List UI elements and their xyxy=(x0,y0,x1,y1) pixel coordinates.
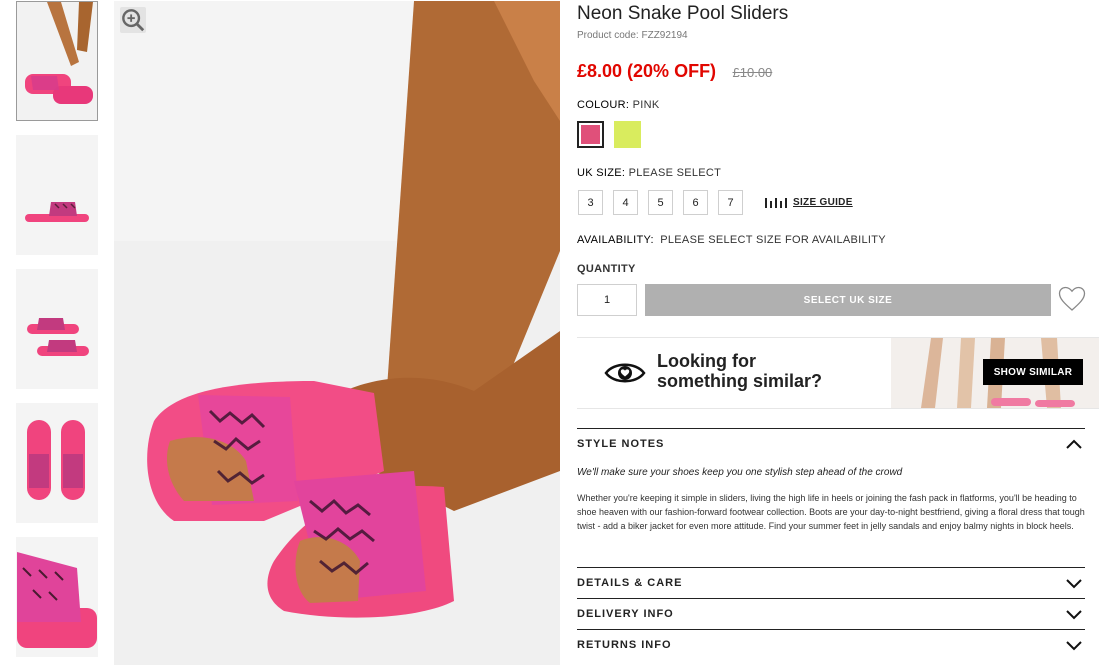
sale-price: £8.00 (20% OFF) xyxy=(577,61,717,81)
availability-label: AVAILABILITY: xyxy=(577,234,654,246)
thumbnail-2-image xyxy=(17,136,97,254)
similar-banner[interactable]: Looking for something similar? SHOW SIMI… xyxy=(577,337,1099,409)
chevron-up-icon xyxy=(1066,439,1082,449)
colour-label-text: COLOUR: xyxy=(577,99,630,111)
size-label: UK SIZE: PLEASE SELECT xyxy=(577,167,721,179)
size-label-text: UK SIZE: xyxy=(577,167,626,179)
product-photo xyxy=(114,1,560,665)
thumbnail-1[interactable] xyxy=(16,1,98,121)
returns-info-title: RETURNS INFO xyxy=(577,639,672,651)
original-price: £10.00 xyxy=(732,65,773,80)
colour-selected: PINK xyxy=(632,99,660,111)
thumbnail-5[interactable] xyxy=(16,537,98,657)
details-care-title: DETAILS & CARE xyxy=(577,577,683,589)
size-options: 3 4 5 6 7 SIZE GUIDE xyxy=(578,190,853,215)
colour-swatches xyxy=(577,121,641,148)
thumbnail-4[interactable] xyxy=(16,403,98,523)
thumbnail-1-image xyxy=(17,2,97,120)
thumbnail-gallery xyxy=(16,1,98,671)
price-row: £8.00 (20% OFF) £10.00 xyxy=(577,61,772,82)
similar-line-2: something similar? xyxy=(657,371,823,391)
main-product-image[interactable] xyxy=(114,1,560,665)
size-option-5[interactable]: 5 xyxy=(648,190,673,215)
size-option-6[interactable]: 6 xyxy=(683,190,708,215)
size-guide-link[interactable]: SIZE GUIDE xyxy=(765,197,853,208)
thumbnail-3-image xyxy=(17,270,97,388)
delivery-info-header[interactable]: DELIVERY INFO xyxy=(577,598,1085,629)
thumbnail-3[interactable] xyxy=(16,269,98,389)
ruler-icon xyxy=(765,198,787,208)
availability-value: PLEASE SELECT SIZE FOR AVAILABILITY xyxy=(660,234,886,246)
swatch-lime[interactable] xyxy=(614,121,641,148)
product-title: Neon Snake Pool Sliders xyxy=(577,3,789,24)
similar-line-1: Looking for xyxy=(657,351,756,371)
size-option-4[interactable]: 4 xyxy=(613,190,638,215)
eye-icon xyxy=(604,363,646,383)
chevron-down-icon xyxy=(1066,579,1082,589)
quantity-input[interactable]: 1 xyxy=(577,284,637,316)
quantity-label: QUANTITY xyxy=(577,263,636,275)
zoom-button[interactable] xyxy=(120,7,146,33)
size-prompt: PLEASE SELECT xyxy=(628,167,722,179)
swatch-lime-fill xyxy=(614,121,641,148)
chevron-down-icon xyxy=(1066,610,1082,620)
style-notes-body: Whether you're keeping it simple in slid… xyxy=(577,493,1085,531)
swatch-pink-fill xyxy=(581,125,600,144)
thumbnail-2[interactable] xyxy=(16,135,98,255)
swatch-pink[interactable] xyxy=(577,121,604,148)
select-size-button[interactable]: SELECT UK SIZE xyxy=(645,284,1051,316)
wishlist-heart-icon[interactable] xyxy=(1058,286,1086,312)
size-option-7[interactable]: 7 xyxy=(718,190,743,215)
size-guide-label: SIZE GUIDE xyxy=(793,197,853,208)
show-similar-button[interactable]: SHOW SIMILAR xyxy=(983,359,1083,385)
similar-heading: Looking for something similar? xyxy=(657,351,822,391)
returns-info-header[interactable]: RETURNS INFO xyxy=(577,629,1085,660)
style-notes-tagline: We'll make sure your shoes keep you one … xyxy=(577,467,903,478)
chevron-down-icon xyxy=(1066,641,1082,651)
colour-label: COLOUR: PINK xyxy=(577,99,659,111)
style-notes-title: STYLE NOTES xyxy=(577,438,665,450)
availability: AVAILABILITY: PLEASE SELECT SIZE FOR AVA… xyxy=(577,234,886,246)
thumbnail-5-image xyxy=(17,538,97,656)
style-notes-header[interactable]: STYLE NOTES xyxy=(577,428,1085,459)
thumbnail-4-image xyxy=(17,404,97,522)
size-option-3[interactable]: 3 xyxy=(578,190,603,215)
details-care-header[interactable]: DETAILS & CARE xyxy=(577,567,1085,598)
zoom-icon xyxy=(122,9,145,32)
delivery-info-title: DELIVERY INFO xyxy=(577,608,674,620)
product-code: Product code: FZZ92194 xyxy=(577,30,688,41)
